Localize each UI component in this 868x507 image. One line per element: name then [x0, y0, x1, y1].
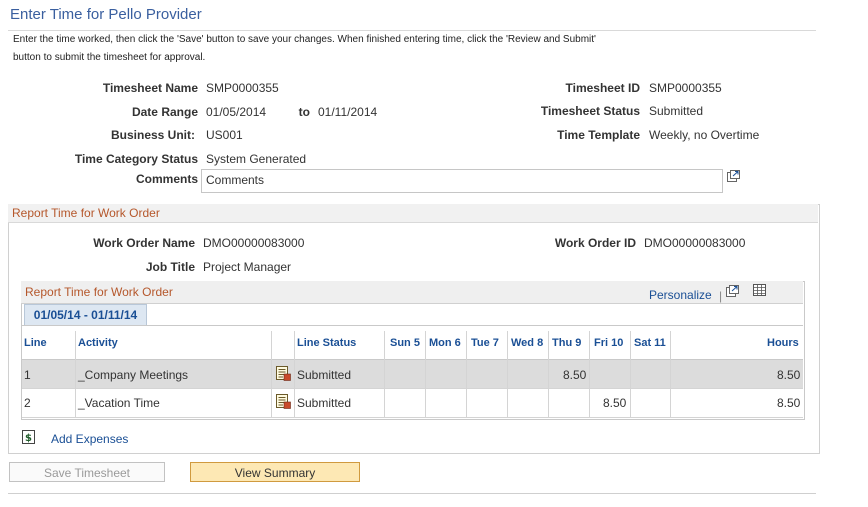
- row-2-detail-icon[interactable]: [276, 394, 291, 412]
- timesheet-name-label: Timesheet Name: [102, 81, 198, 95]
- row-1-detail-icon[interactable]: [276, 366, 291, 384]
- timesheet-id-value: SMP0000355: [649, 81, 722, 95]
- date-to-label: to: [298, 105, 310, 119]
- job-title-label: Job Title: [145, 260, 195, 274]
- work-order-name-label: Work Order Name: [93, 236, 195, 250]
- column-divider: [466, 331, 467, 417]
- job-title-value: Project Manager: [203, 260, 292, 274]
- page-title: Enter Time for Pello Provider: [10, 6, 202, 23]
- timesheet-id-label: Timesheet ID: [565, 81, 640, 95]
- tab-divider: [22, 325, 803, 326]
- column-header-line-status[interactable]: Line Status: [297, 337, 356, 349]
- column-divider: [670, 331, 671, 417]
- view-summary-button[interactable]: View Summary: [190, 462, 360, 482]
- row-1-hours: 8.50: [777, 368, 801, 382]
- column-divider: [548, 331, 549, 417]
- svg-text:$: $: [25, 433, 32, 444]
- row-1-status: Submitted: [297, 368, 352, 382]
- column-header-hours[interactable]: Hours: [767, 337, 799, 349]
- tab-week[interactable]: 01/05/14 - 01/11/14: [24, 304, 147, 325]
- column-divider: [384, 331, 385, 417]
- expense-icon[interactable]: $: [22, 430, 36, 448]
- column-divider: [271, 331, 272, 417]
- column-divider: [589, 331, 590, 417]
- row-2-activity: _Vacation Time: [78, 396, 160, 410]
- comments-field[interactable]: Comments: [201, 169, 723, 193]
- title-divider: [8, 30, 816, 31]
- work-order-id-label: Work Order ID: [554, 236, 636, 250]
- column-header-activity[interactable]: Activity: [78, 337, 118, 349]
- column-header-sun[interactable]: Sun 5: [390, 337, 420, 349]
- toolbar-separator: |: [719, 289, 723, 303]
- row-1-thu: 8.50: [563, 368, 587, 382]
- save-timesheet-button[interactable]: Save Timesheet: [9, 462, 165, 482]
- time-category-status-label: Time Category Status: [74, 152, 198, 166]
- time-category-status-value: System Generated: [206, 152, 307, 166]
- row-2-line: 2: [24, 396, 31, 410]
- row-2-hours: 8.50: [777, 396, 801, 410]
- add-expenses-link[interactable]: Add Expenses: [51, 432, 128, 446]
- instructions-line-1: Enter the time worked, then click the 'S…: [13, 34, 596, 45]
- timesheet-name-value: SMP0000355: [206, 81, 279, 95]
- row-2-status: Submitted: [297, 396, 352, 410]
- column-divider: [75, 331, 76, 417]
- column-divider: [425, 331, 426, 417]
- comments-label: Comments: [135, 172, 198, 186]
- column-header-mon[interactable]: Mon 6: [429, 337, 461, 349]
- timesheet-status-label: Timesheet Status: [540, 104, 640, 118]
- instructions-line-2: button to submit the timesheet for appro…: [13, 52, 206, 63]
- bottom-divider: [8, 493, 816, 494]
- date-range-label: Date Range: [131, 105, 198, 119]
- personalize-link[interactable]: Personalize: [649, 288, 712, 302]
- time-template-label: Time Template: [557, 128, 640, 142]
- work-order-section-title: Report Time for Work Order: [12, 206, 160, 220]
- zoom-grid-icon[interactable]: [726, 285, 739, 300]
- column-divider: [507, 331, 508, 417]
- time-template-value: Weekly, no Overtime: [649, 128, 760, 142]
- column-header-fri[interactable]: Fri 10: [594, 337, 623, 349]
- date-to-value: 01/11/2014: [318, 105, 378, 119]
- column-header-thu[interactable]: Thu 9: [552, 337, 581, 349]
- column-header-sat[interactable]: Sat 11: [634, 337, 666, 349]
- row-1-line: 1: [24, 368, 31, 382]
- work-order-name-value: DMO00000083000: [203, 236, 305, 250]
- work-order-id-value: DMO00000083000: [644, 236, 746, 250]
- date-from-value: 01/05/2014: [206, 105, 267, 119]
- row-2-fri: 8.50: [603, 396, 627, 410]
- column-header-tue[interactable]: Tue 7: [471, 337, 499, 349]
- column-header-wed[interactable]: Wed 8: [511, 337, 543, 349]
- business-unit-value: US001: [206, 128, 243, 142]
- expand-comments-icon[interactable]: [727, 170, 740, 185]
- download-spreadsheet-icon[interactable]: [753, 284, 766, 299]
- business-unit-label: Business Unit:: [110, 128, 195, 142]
- column-divider: [294, 331, 295, 417]
- row-1-activity: _Company Meetings: [78, 368, 189, 382]
- time-grid-title: Report Time for Work Order: [25, 285, 173, 299]
- column-header-line[interactable]: Line: [24, 337, 47, 349]
- timesheet-status-value: Submitted: [649, 104, 704, 118]
- column-divider: [630, 331, 631, 417]
